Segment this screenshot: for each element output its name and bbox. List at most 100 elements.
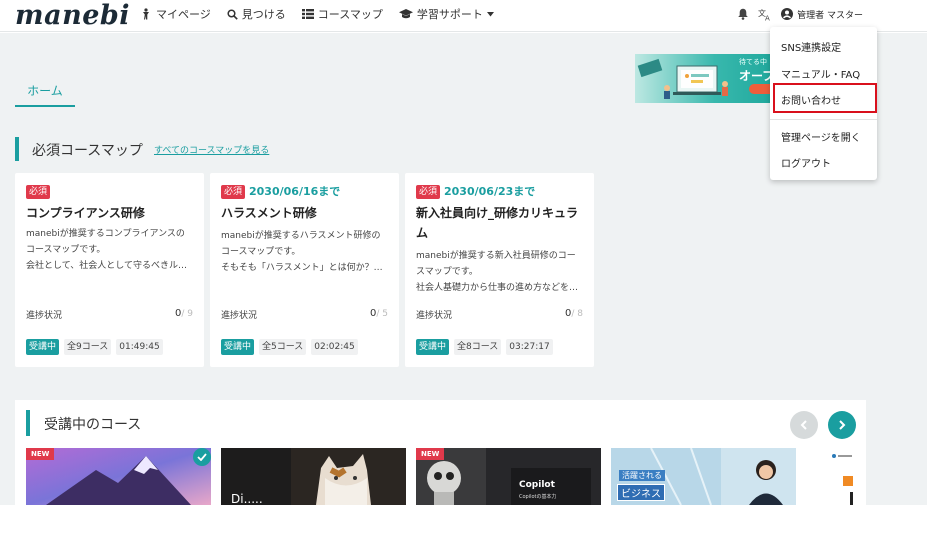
section-accent-bar [15,137,19,161]
course-thumbnail[interactable]: Di..... [221,448,406,505]
nav-discover-label: 見つける [241,8,286,21]
header-right: 文A 管理者 マスター [737,0,863,28]
card-title: 新入社員向け_研修カリキュラム [416,206,579,240]
progress-label: 進捗状況 [416,311,453,321]
progress-total: / 5 [376,309,388,319]
nav-coursemap[interactable]: コースマップ [301,6,383,22]
course-count: 全5コース [259,339,307,355]
course-thumbnail[interactable]: 活躍される ビジネス [611,448,796,505]
progress-total: / 8 [571,309,583,319]
new-badge: NEW [416,448,445,460]
card-desc-line: コースマップです。 [26,245,106,255]
progress-label: 進捗状況 [26,311,63,321]
progress-value: 0/ 8 [565,308,583,319]
nav-coursemap-label: コースマップ [317,8,383,21]
carousel-next-button[interactable] [828,411,856,439]
banner-illustration [637,58,728,99]
section-accent-bar [26,410,30,436]
main-nav: マイページ 見つける コースマップ 学習サポート [140,0,510,28]
user-name: 管理者 マスター [797,10,863,21]
banner-text-small: 待てる中 [739,58,767,66]
menu-item-contact[interactable]: お問い合わせ [781,92,841,107]
duration: 03:27:17 [506,339,553,355]
required-badge: 必須 [221,185,246,199]
course-thumbnail[interactable]: NEW [26,448,211,505]
tab-home[interactable]: ホーム [15,82,75,107]
search-icon [227,8,238,20]
user-dropdown-menu: SNS連携設定 マニュアル・FAQ お問い合わせ 管理ページを開く ログアウト [770,27,877,180]
enrolled-courses-section: 受講中のコース NEW Di..... NEW Copilot Copilotの… [15,400,866,505]
chevron-right-icon [839,420,846,430]
list-icon [301,9,314,19]
required-badge: 必須 [416,185,441,199]
card-footer: 受講中 全8コース 03:27:17 [416,339,558,355]
thumb-caption: Copilot [519,480,555,490]
card-desc-line: そもそも「ハラスメント」とは何か？… [221,263,383,273]
coursemap-card[interactable]: 必須 2030/06/16まで ハラスメント研修 manebiが推奨するハラスメ… [210,173,399,367]
svg-text:A: A [765,14,770,21]
completed-check-icon [193,448,211,466]
user-menu-toggle[interactable]: 管理者 マスター [781,8,863,21]
banner-text-large: オープ [739,69,775,83]
new-badge: NEW [26,448,55,460]
card-desc-line: コースマップです。 [221,247,301,257]
status-badge: 受講中 [416,339,450,355]
nav-discover[interactable]: 見つける [227,6,286,22]
person-icon [140,8,152,20]
manebi-logo[interactable]: manebi [15,0,130,32]
card-desc-line: 社会人基礎力から仕事の進め方などを… [416,283,579,293]
card-desc-line: manebiが推奨する新入社員研修のコー [416,251,576,261]
required-badge: 必須 [26,185,51,199]
status-badge: 受講中 [26,339,60,355]
progress-label: 進捗状況 [221,311,258,321]
card-desc-line: スマップです。 [416,267,478,277]
thumb-tag: 活躍される [619,470,665,481]
user-circle-icon [781,8,794,20]
card-footer: 受講中 全9コース 01:49:45 [26,339,168,355]
svg-text:Di.....: Di..... [231,492,263,505]
graduation-cap-icon [398,8,413,20]
course-thumbnail[interactable] [826,448,866,505]
card-description: manebiが推奨する新入社員研修のコー スマップです。 社会人基礎力から仕事の… [416,248,586,296]
status-badge: 受講中 [221,339,255,355]
card-desc-line: 会社として、社会人として守るべきル… [26,261,188,271]
nav-learning-support[interactable]: 学習サポート [398,6,494,22]
required-section-title: 必須コースマップ [32,143,143,159]
menu-divider [770,119,877,120]
coursemap-card[interactable]: 必須 2030/06/23まで 新入社員向け_研修カリキュラム manebiが推… [405,173,594,367]
bell-icon[interactable] [737,8,749,20]
see-all-coursemaps-link[interactable]: すべてのコースマップを見る [154,143,269,156]
card-footer: 受講中 全5コース 02:02:45 [221,339,363,355]
thumb-subcaption: Copilotの基本力 [519,494,557,500]
menu-item-manual-faq[interactable]: マニュアル・FAQ [781,66,860,81]
coursemap-card[interactable]: 必須 コンプライアンス研修 manebiが推奨するコンプライアンスの コースマッ… [15,173,204,367]
enrolled-section-title: 受講中のコース [44,417,142,433]
progress-value: 0/ 5 [370,308,388,319]
course-count: 全8コース [454,339,502,355]
cat-image: Di..... [221,448,406,505]
nav-mypage-label: マイページ [156,8,211,21]
chevron-left-icon [800,420,807,430]
nav-learning-support-label: 学習サポート [416,8,483,21]
card-title: ハラスメント研修 [221,206,317,220]
menu-item-admin-page[interactable]: 管理ページを開く [781,129,861,144]
card-title: コンプライアンス研修 [26,206,145,220]
carousel-prev-button[interactable] [790,411,818,439]
translate-icon[interactable]: 文A [758,8,772,21]
card-desc-line: manebiが推奨するコンプライアンスの [26,229,185,239]
menu-item-logout[interactable]: ログアウト [781,155,831,170]
duration: 01:49:45 [116,339,163,355]
card-desc-line: manebiが推奨するハラスメント研修の [221,231,381,241]
card-description: manebiが推奨するコンプライアンスの コースマップです。 会社として、社会人… [26,226,196,274]
caret-down-icon [486,11,494,17]
partial-course-image [826,448,866,505]
course-thumbnail[interactable]: NEW Copilot Copilotの基本力 [416,448,601,505]
progress-value: 0/ 9 [175,308,193,319]
promo-banner[interactable]: 待てる中 オープ [635,54,780,103]
deadline: 2030/06/16まで [249,185,341,198]
nav-mypage[interactable]: マイページ [140,6,211,22]
course-count: 全9コース [64,339,112,355]
card-description: manebiが推奨するハラスメント研修の コースマップです。 そもそも「ハラスメ… [221,228,391,276]
deadline: 2030/06/23まで [444,185,536,198]
menu-item-sns-settings[interactable]: SNS連携設定 [781,39,841,54]
